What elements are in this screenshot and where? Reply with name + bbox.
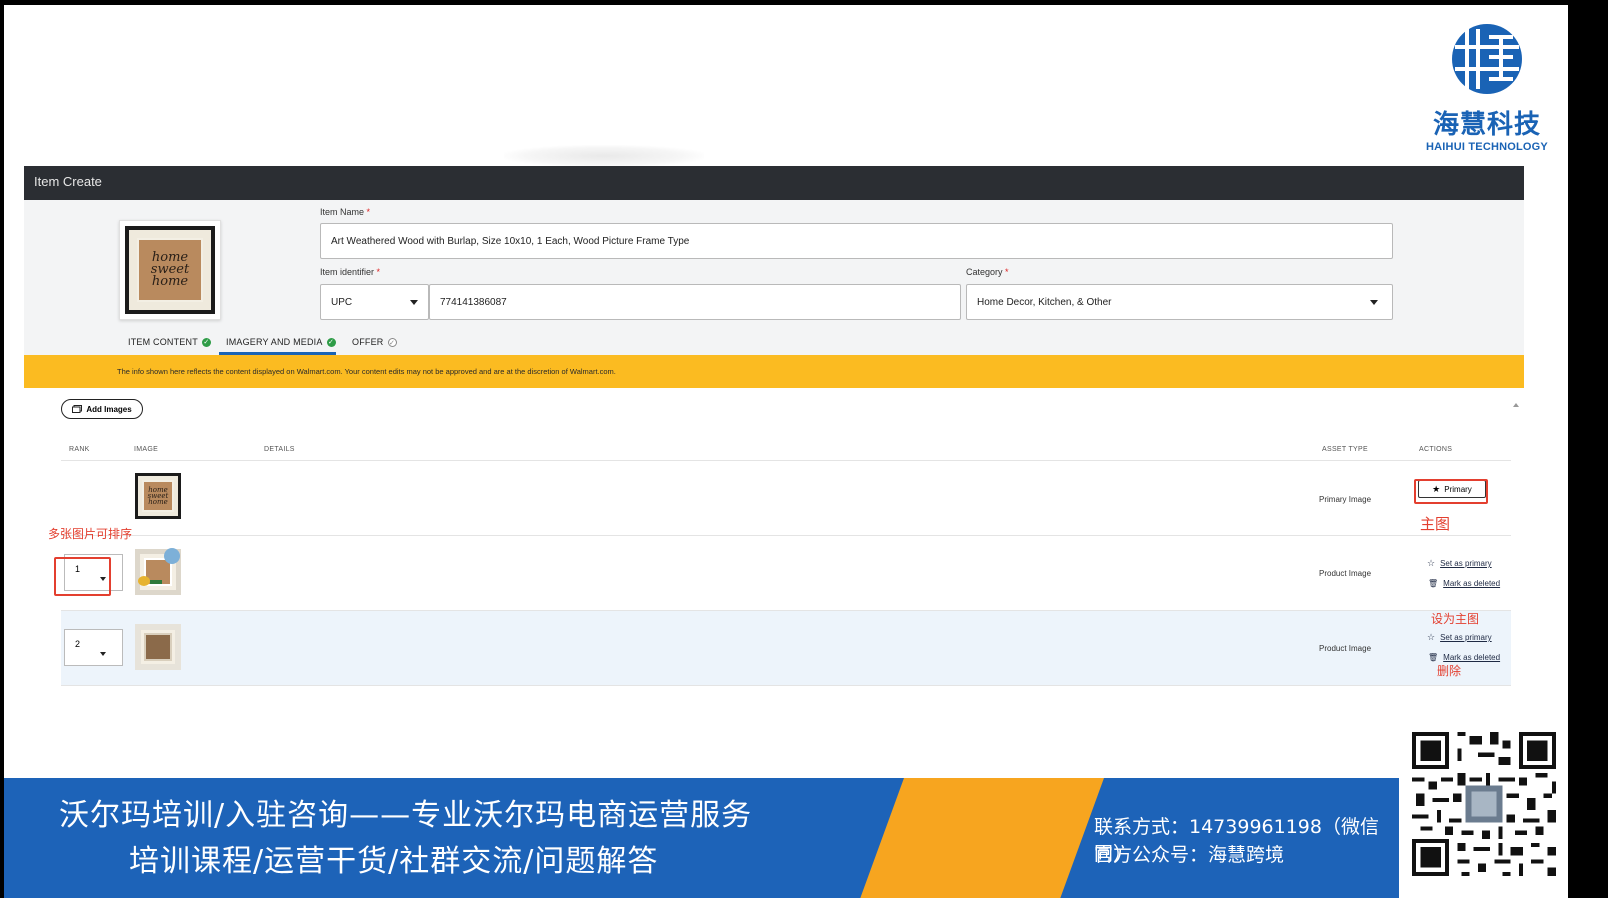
mark-deleted-label: Mark as deleted [1443,653,1501,662]
tab-imagery-and-media[interactable]: IMAGERY AND MEDIA ✓ [226,332,336,352]
category-label: Category * [966,267,1009,277]
col-header-image: IMAGE [134,446,159,453]
annotation-sortable: 多张图片可排序 [48,527,133,541]
footer-account: 官方公众号：海慧跨境 [1094,844,1285,866]
table-row: 2 Product Image ☆ Set as primary 🗑 Mark … [61,611,1511,686]
category-value: Home Decor, Kitchen, & Other [977,296,1112,308]
identifier-type-value: UPC [331,296,353,308]
tab-label: OFFER [352,337,384,347]
category-select[interactable]: Home Decor, Kitchen, & Other [966,284,1393,320]
row-image[interactable] [135,548,181,595]
col-header-rank: RANK [69,446,90,453]
item-name-input[interactable]: Art Weathered Wood with Burlap, Size 10x… [320,223,1393,259]
add-images-label: Add Images [86,404,132,414]
star-outline-icon: ☆ [1427,632,1436,642]
set-primary-label: Set as primary [1440,633,1492,642]
mark-deleted-label: Mark as deleted [1443,579,1501,588]
asset-type: Product Image [1319,644,1372,653]
annotation-box-rank [54,557,111,596]
item-identifier-input[interactable]: 774141386087 [429,284,961,320]
annotation-box-primary [1414,479,1488,504]
qr-code-icon [1408,728,1560,880]
pending-circle-icon: ✓ [387,337,397,347]
logo-chinese-name: 海慧科技 [1432,110,1541,140]
item-identifier-label: Item identifier * [320,267,381,277]
row-image[interactable] [135,624,181,670]
promo-footer: 沃尔玛培训/入驻咨询——专业沃尔玛电商运营服务 培训课程/运营干货/社群交流/问… [4,778,1399,898]
asset-type: Product Image [1319,569,1372,578]
row-image[interactable]: home sweet home [135,473,181,519]
item-header: home sweet home Item Name * Art Weathered … [24,200,1524,355]
tab-offer[interactable]: OFFER ✓ [352,332,397,352]
annotation-set-main: 设为主图 [1431,612,1480,626]
rank-value: 2 [75,639,81,649]
annotation-delete: 删除 [1437,664,1462,678]
set-primary-label: Set as primary [1440,559,1492,568]
add-images-button[interactable]: Add Images [61,399,143,419]
table-row: 1 Product Image ☆ Set as primary 🗑 Mark … [61,536,1511,611]
main-product-thumbnail: home sweet home [119,220,221,320]
images-icon [72,405,83,413]
check-circle-icon: ✓ [326,337,336,347]
star-outline-icon: ☆ [1427,558,1436,568]
page-title: Item Create [24,166,1524,200]
item-create-panel: Item Create home sweet home Item Name * Ar… [24,166,1524,706]
table-row: home sweet home Primary Image ★ Primary [61,461,1511,536]
col-header-actions: ACTIONS [1419,446,1453,453]
identifier-type-select[interactable]: UPC [320,284,429,320]
check-circle-icon: ✓ [201,337,211,347]
tab-item-content[interactable]: ITEM CONTENT ✓ [128,332,211,352]
chevron-down-icon [410,300,418,305]
scroll-up-arrow-icon[interactable] [1513,403,1519,407]
screenshot-stage: 海慧科技 HAIHUI TECHNOLOGY Item Create home s… [4,5,1568,898]
asset-type: Primary Image [1319,495,1372,504]
col-header-details: DETAILS [264,446,295,453]
logo-english-name: HAIHUI TECHNOLOGY [1426,141,1548,153]
mark-as-deleted-link[interactable]: 🗑 Mark as deleted [1428,579,1500,588]
haihui-logo-mark-icon [1452,24,1522,94]
set-as-primary-link[interactable]: ☆ Set as primary [1427,558,1492,569]
orange-stripe [860,778,1104,898]
chevron-down-icon [100,652,106,656]
item-name-value: Art Weathered Wood with Burlap, Size 10x… [331,235,690,247]
footer-line-2: 培训课程/运营干货/社群交流/问题解答 [129,844,659,879]
annotation-main-image: 主图 [1420,515,1451,533]
trash-icon: 🗑 [1428,653,1439,662]
tab-label: ITEM CONTENT [128,337,198,347]
trash-icon: 🗑 [1428,579,1439,588]
smudge [504,145,704,167]
mark-as-deleted-link[interactable]: 🗑 Mark as deleted [1428,653,1500,662]
footer-line-1: 沃尔玛培训/入驻咨询——专业沃尔玛电商运营服务 [59,798,753,833]
company-logo: 海慧科技 HAIHUI TECHNOLOGY [1422,21,1552,153]
rank-select[interactable]: 2 [64,629,123,666]
chevron-down-icon [1370,300,1378,305]
set-as-primary-link[interactable]: ☆ Set as primary [1427,632,1492,643]
col-header-asset-type: ASSET TYPE [1322,446,1368,453]
info-banner: The info shown here reflects the content… [24,355,1524,388]
item-identifier-value: 774141386087 [440,296,507,308]
item-name-label: Item Name * [320,207,371,217]
tab-label: IMAGERY AND MEDIA [226,337,323,347]
